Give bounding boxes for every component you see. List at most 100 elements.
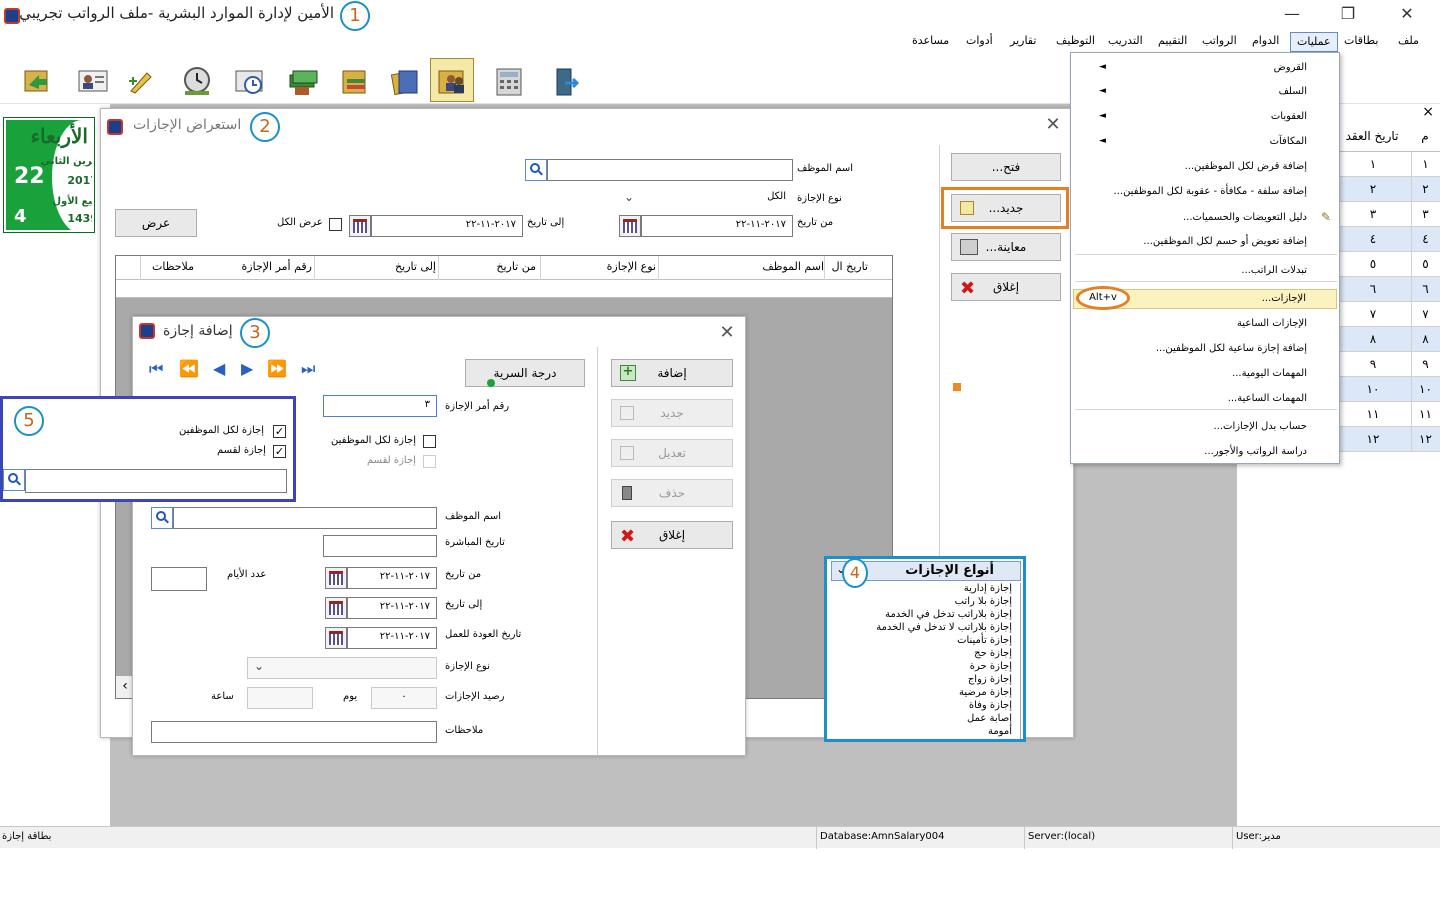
delete-button[interactable]: حذف: [611, 479, 733, 507]
table-row[interactable]: ٨٨: [1339, 327, 1440, 352]
show-all-checkbox[interactable]: [329, 218, 342, 231]
col-notes[interactable]: ملاحظات: [152, 260, 194, 273]
dropdown-item[interactable]: الإجازات الساعية: [1073, 315, 1337, 335]
table-row[interactable]: ١٠ ١٠: [1339, 377, 1440, 402]
col-order-no[interactable]: رقم أمر الإجازة: [242, 260, 312, 273]
all-employees-checkbox[interactable]: ✓: [273, 425, 286, 438]
new-button[interactable]: جديد...: [951, 194, 1061, 222]
last-record-icon[interactable]: ⏭: [301, 359, 315, 379]
days-input[interactable]: [151, 567, 207, 591]
leave-type-item[interactable]: إصابة عمل: [967, 713, 1012, 724]
table-row[interactable]: ٩٩: [1339, 352, 1440, 377]
clock-icon[interactable]: [174, 58, 218, 102]
leave-type-item[interactable]: إجازة بلاراتب لا تدخل في الخدمة: [876, 622, 1012, 633]
col-employee[interactable]: اسم الموظف: [762, 260, 824, 273]
dropdown-item[interactable]: دراسة الرواتب والأجور...: [1073, 443, 1337, 463]
leave-type-item[interactable]: إجازة تأمينات: [957, 635, 1012, 646]
return-date-input[interactable]: ٢٠١٧-١١-٢٢: [347, 627, 437, 649]
books-icon[interactable]: [332, 58, 376, 102]
dropdown-item[interactable]: تبدلات الراتب...: [1073, 262, 1337, 282]
col-date[interactable]: تاريخ ال: [832, 260, 868, 273]
exit-icon[interactable]: [14, 58, 58, 102]
first-record-icon[interactable]: ⏮: [149, 359, 163, 379]
close-window-button[interactable]: ✕: [1385, 3, 1429, 27]
leave-type-item[interactable]: إجازة مرضية: [959, 687, 1012, 698]
table-row[interactable]: ٣٣: [1339, 202, 1440, 227]
edit-pen-icon[interactable]: [118, 58, 162, 102]
leave-type-item[interactable]: إجازة زواج: [968, 674, 1012, 685]
add-close-icon[interactable]: ✕: [717, 323, 737, 343]
col-leave-type[interactable]: نوع الإجازة: [607, 260, 656, 273]
department-input[interactable]: [25, 469, 287, 493]
dropdown-item[interactable]: إضافة قرض لكل الموظفين...: [1073, 158, 1337, 178]
col-to[interactable]: إلى تاريخ: [395, 260, 436, 273]
table-row[interactable]: ٦٦: [1339, 277, 1440, 302]
calculator-icon[interactable]: [486, 58, 530, 102]
leave-type-item[interactable]: إجازة بلاراتب تدخل في الخدمة: [885, 609, 1012, 620]
grid-row[interactable]: [116, 280, 892, 298]
leave-type-item[interactable]: إجازة إدارية: [964, 583, 1012, 594]
menu-tools[interactable]: أدوات: [960, 32, 999, 52]
search-icon[interactable]: [151, 507, 173, 529]
dropdown-item[interactable]: المكافآت ◄: [1073, 133, 1337, 153]
search-icon[interactable]: [525, 159, 547, 181]
restore-button[interactable]: ❐: [1326, 3, 1370, 27]
col-from[interactable]: من تاريخ: [496, 260, 536, 273]
table-row[interactable]: ١٢ ١٢: [1339, 427, 1440, 452]
leaves-icon[interactable]: [430, 58, 474, 102]
to-date-input[interactable]: ٢٠١٧-١١-٢٢: [371, 215, 523, 237]
close-button[interactable]: ✖ إغلاق: [951, 273, 1061, 301]
employee-card-icon[interactable]: [70, 58, 114, 102]
leave-type-item[interactable]: إجازة بلا راتب: [955, 596, 1012, 607]
dropdown-item[interactable]: إضافة تعويض أو حسم لكل الموظفين...: [1073, 233, 1337, 253]
dropdown-item[interactable]: إضافة إجازة ساعية لكل الموظفين...: [1073, 340, 1337, 360]
table-row[interactable]: ١١: [1339, 152, 1440, 177]
order-no-input[interactable]: ٣: [323, 395, 437, 417]
dropdown-item[interactable]: العقوبات ◄: [1073, 108, 1337, 128]
from-date-input[interactable]: ٢٠١٧-١١-٢٢: [347, 567, 437, 589]
employee-input[interactable]: [173, 507, 437, 529]
menu-operations[interactable]: عمليات: [1290, 32, 1338, 52]
calendar-icon[interactable]: [325, 567, 347, 589]
dropdown-item[interactable]: إضافة سلفة - مكافأة - عقوبة لكل الموظفين…: [1073, 183, 1337, 203]
table-row[interactable]: ٤٤: [1339, 227, 1440, 252]
table-row[interactable]: ٧٧: [1339, 302, 1440, 327]
menu-salaries[interactable]: الرواتب: [1196, 32, 1243, 52]
leave-type-item[interactable]: أمومة: [988, 726, 1012, 737]
menu-training[interactable]: التدريب: [1102, 32, 1149, 52]
dropdown-item[interactable]: حساب بدل الإجازات...: [1073, 418, 1337, 438]
prev-page-icon[interactable]: ⏪: [179, 359, 199, 378]
prev-record-icon[interactable]: ◀: [213, 359, 225, 378]
close-button[interactable]: ✖ إغلاق: [611, 521, 733, 549]
panel-close-icon[interactable]: ×: [1422, 104, 1434, 120]
next-record-icon[interactable]: ▶: [241, 359, 253, 378]
preview-button[interactable]: معاينة...: [951, 233, 1061, 261]
all-employees-checkbox[interactable]: [423, 435, 436, 448]
payroll-icon[interactable]: [280, 58, 324, 102]
menu-recruitment[interactable]: التوظيف: [1050, 32, 1101, 52]
dropdown-item[interactable]: القروض ◄: [1073, 59, 1337, 79]
show-button[interactable]: عرض: [115, 209, 197, 237]
department-checkbox[interactable]: [423, 455, 436, 468]
col-index-header[interactable]: م: [1411, 124, 1439, 148]
dropdown-item[interactable]: Alt+v الإجازات...: [1073, 286, 1337, 310]
leave-type-select[interactable]: ⌄: [247, 657, 437, 679]
secrecy-button[interactable]: درجة السرية: [465, 359, 585, 387]
department-checkbox[interactable]: ✓: [273, 445, 286, 458]
table-row[interactable]: ٥٥: [1339, 252, 1440, 277]
dropdown-item[interactable]: السلف ◄: [1073, 83, 1337, 103]
leave-type-item[interactable]: إجازة حج: [974, 648, 1012, 659]
leave-type-select[interactable]: ⌄ الكل: [617, 187, 793, 209]
to-date-input[interactable]: ٢٠١٧-١١-٢٢: [347, 597, 437, 619]
browse-close-icon[interactable]: ✕: [1043, 115, 1063, 135]
next-page-icon[interactable]: ⏩: [267, 359, 287, 378]
folders-icon[interactable]: [382, 58, 426, 102]
dropdown-item[interactable]: المهمات الساعية...: [1073, 390, 1337, 410]
calendar-icon[interactable]: [349, 215, 371, 237]
dropdown-item[interactable]: المهمات اليومية...: [1073, 365, 1337, 385]
employee-input[interactable]: [547, 159, 793, 181]
menu-help[interactable]: مساعدة: [906, 32, 955, 52]
door-exit-icon[interactable]: [542, 58, 586, 102]
calendar-icon[interactable]: [325, 627, 347, 649]
menu-file[interactable]: ملف: [1392, 32, 1425, 52]
